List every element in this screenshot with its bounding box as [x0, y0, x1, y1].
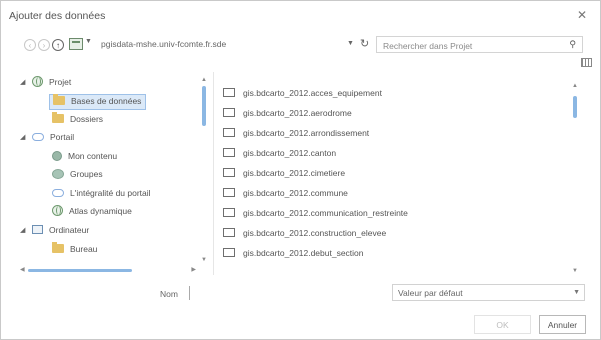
- pane-divider[interactable]: [213, 72, 214, 275]
- list-item[interactable]: gis.bdcarto_2012.acces_equipement: [223, 87, 382, 103]
- folder-icon: [52, 112, 64, 124]
- list-item-label: gis.bdcarto_2012.aerodrome: [243, 107, 352, 118]
- tree-item-portail[interactable]: ◢ Portail: [20, 131, 75, 147]
- tree-item-groupes[interactable]: Groupes: [52, 168, 103, 184]
- tree-item-label: Bases de données: [71, 95, 142, 106]
- tree-item-label: Portail: [50, 131, 75, 142]
- list-item-label: gis.bdcarto_2012.cimetiere: [243, 167, 346, 178]
- list-item-label: gis.bdcarto_2012.commune: [243, 187, 348, 198]
- back-icon[interactable]: ‹: [24, 39, 36, 51]
- tree-item-bureau[interactable]: Bureau: [52, 242, 98, 259]
- list-item[interactable]: gis.bdcarto_2012.arrondissement: [223, 127, 369, 143]
- globe-icon: [32, 76, 43, 88]
- tree-item-label: Bureau: [70, 243, 98, 254]
- cancel-button[interactable]: Annuler: [539, 315, 586, 334]
- tree-item-atlas-dynamique[interactable]: Atlas dynamique: [52, 205, 132, 221]
- folder-icon: [52, 242, 64, 254]
- table-icon: [223, 248, 235, 258]
- location-dropdown-icon[interactable]: ▼: [85, 38, 92, 45]
- ok-button[interactable]: OK: [474, 315, 531, 334]
- tree-vertical-scrollbar[interactable]: ▲ ▼: [201, 77, 207, 263]
- scroll-down-icon[interactable]: ▼: [572, 268, 578, 274]
- tree-item-label: Projet: [49, 76, 72, 87]
- computer-icon: [32, 225, 43, 235]
- scroll-down-icon[interactable]: ▼: [201, 257, 207, 263]
- filter-selected-value: Valeur par défaut: [398, 288, 463, 298]
- filter-dropdown[interactable]: Valeur par défaut ▼: [392, 284, 585, 301]
- scroll-thumb[interactable]: [202, 86, 206, 126]
- up-arrow-icon[interactable]: ↑: [52, 39, 64, 51]
- tree-item-bases-de-donnees[interactable]: Bases de données: [49, 94, 147, 110]
- view-options-icon[interactable]: [581, 58, 592, 67]
- scroll-thumb[interactable]: [28, 269, 132, 272]
- tree-item-integralite-portail[interactable]: L'intégralité du portail: [52, 187, 151, 203]
- scroll-left-icon[interactable]: ◀: [20, 266, 25, 273]
- list-item-label: gis.bdcarto_2012.acces_equipement: [243, 87, 382, 98]
- name-label: Nom: [160, 289, 178, 299]
- content-list: gis.bdcarto_2012.acces_equipement gis.bd…: [223, 84, 568, 274]
- search-icon[interactable]: ⚲: [569, 39, 576, 50]
- scroll-up-icon[interactable]: ▲: [201, 77, 207, 83]
- tree-item-dossiers[interactable]: Dossiers: [52, 112, 104, 129]
- list-vertical-scrollbar[interactable]: ▲ ▼: [572, 83, 578, 274]
- tree-item-label: L'intégralité du portail: [70, 187, 151, 198]
- group-icon: [52, 168, 64, 179]
- list-item-label: gis.bdcarto_2012.construction_elevee: [243, 227, 387, 238]
- table-icon: [223, 128, 235, 138]
- list-item-label: gis.bdcarto_2012.debut_section: [243, 247, 364, 258]
- list-item[interactable]: gis.bdcarto_2012.communication_restreint…: [223, 207, 408, 223]
- tree-item-mon-contenu[interactable]: Mon contenu: [52, 150, 117, 166]
- table-icon: [223, 148, 235, 158]
- collapse-arrow-icon[interactable]: ◢: [20, 133, 25, 141]
- close-icon[interactable]: ✕: [577, 8, 587, 22]
- forward-icon[interactable]: ›: [38, 39, 50, 51]
- tree-item-projet[interactable]: ◢ Projet: [20, 76, 72, 92]
- chevron-down-icon: ▼: [573, 289, 580, 296]
- table-icon: [223, 208, 235, 218]
- cloud-icon: [32, 132, 44, 141]
- table-icon: [223, 108, 235, 118]
- tree-item-label: Mon contenu: [68, 150, 118, 161]
- tree-item-label: Groupes: [70, 168, 103, 179]
- add-data-dialog: Ajouter des données ✕ ‹ › ↑ ▼ pgisdata-m…: [0, 0, 601, 340]
- name-input[interactable]: [189, 286, 383, 300]
- folder-icon: [53, 94, 65, 106]
- cloud-icon: [52, 188, 64, 197]
- globe-icon: [52, 205, 63, 217]
- location-icon[interactable]: [69, 38, 83, 50]
- list-item[interactable]: gis.bdcarto_2012.canton: [223, 147, 336, 163]
- tree-item-label: Dossiers: [70, 113, 104, 124]
- collapse-arrow-icon[interactable]: ◢: [20, 78, 25, 86]
- refresh-icon[interactable]: ↻: [360, 37, 369, 50]
- list-item-label: gis.bdcarto_2012.canton: [243, 147, 337, 158]
- scroll-thumb[interactable]: [573, 96, 577, 118]
- list-item[interactable]: gis.bdcarto_2012.commune: [223, 187, 348, 203]
- list-item[interactable]: gis.bdcarto_2012.construction_elevee: [223, 227, 386, 243]
- scroll-up-icon[interactable]: ▲: [572, 83, 578, 89]
- location-path[interactable]: pgisdata-mshe.univ-fcomte.fr.sde: [101, 39, 226, 49]
- tree-horizontal-scrollbar[interactable]: ◀ ▶: [20, 267, 196, 274]
- list-item-label: gis.bdcarto_2012.communication_restreint…: [243, 207, 408, 218]
- tree-item-label: Atlas dynamique: [69, 205, 132, 216]
- toolbar: ‹ › ↑ ▼ pgisdata-mshe.univ-fcomte.fr.sde…: [1, 34, 600, 67]
- list-item[interactable]: gis.bdcarto_2012.aerodrome: [223, 107, 352, 123]
- navigation-tree: ◢ Projet Bases de données Dossiers ◢ Por…: [20, 72, 210, 272]
- list-item[interactable]: gis.bdcarto_2012.cimetiere: [223, 167, 345, 183]
- list-item-label: gis.bdcarto_2012.arrondissement: [243, 127, 370, 138]
- person-icon: [52, 150, 62, 161]
- table-icon: [223, 168, 235, 178]
- path-dropdown-icon[interactable]: ▼: [347, 40, 354, 47]
- dialog-title: Ajouter des données: [9, 10, 106, 22]
- table-icon: [223, 188, 235, 198]
- scroll-right-icon[interactable]: ▶: [191, 266, 196, 273]
- search-input[interactable]: [381, 38, 565, 54]
- list-item[interactable]: gis.bdcarto_2012.debut_section: [223, 247, 364, 263]
- tree-item-label: Ordinateur: [49, 224, 90, 235]
- table-icon: [223, 88, 235, 98]
- search-box: ⚲: [376, 36, 583, 54]
- table-icon: [223, 228, 235, 238]
- collapse-arrow-icon[interactable]: ◢: [20, 226, 25, 234]
- tree-item-ordinateur[interactable]: ◢ Ordinateur: [20, 224, 90, 240]
